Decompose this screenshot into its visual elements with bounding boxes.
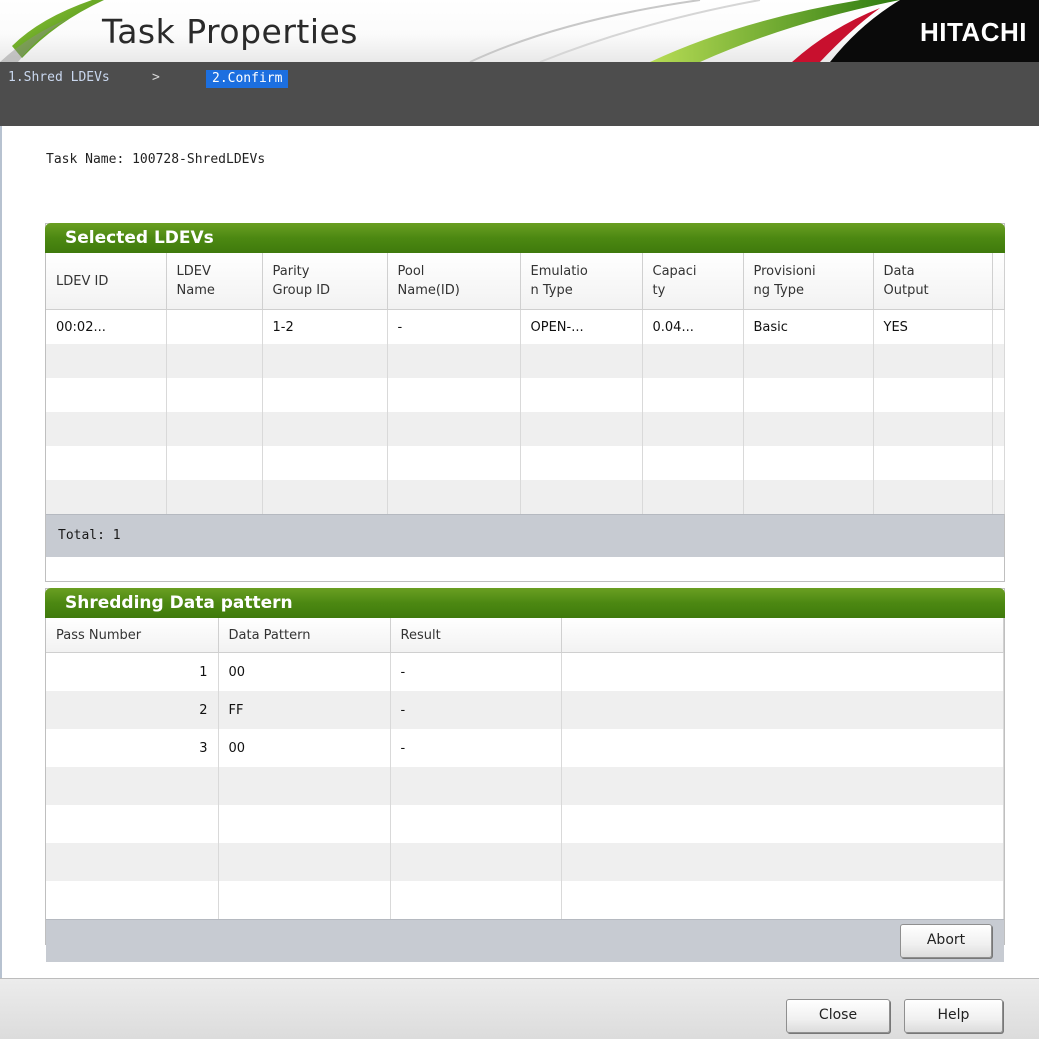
- column-header-data-pattern[interactable]: Data Pattern: [218, 618, 391, 653]
- brand-logo: HITACHI: [919, 17, 1027, 47]
- column-header-pass-number[interactable]: Pass Number: [46, 618, 219, 653]
- column-header-pool-name[interactable]: Pool Name(ID): [387, 253, 521, 310]
- cell-data-pattern: 00: [218, 729, 391, 767]
- window-left-edge: [0, 126, 2, 978]
- column-label: Data Output: [883, 264, 929, 298]
- column-header-data-output[interactable]: Data Output: [873, 253, 993, 310]
- cell-ldev-name: [166, 309, 263, 344]
- empty-row: [46, 412, 1005, 446]
- column-label: Emulatio n Type: [530, 264, 588, 298]
- selected-ldevs-header-row: LDEV ID LDEV Name Parity Group ID Pool N…: [46, 253, 1005, 310]
- cell-data-output: YES: [873, 309, 993, 344]
- shredding-pattern-title: Shredding Data pattern: [45, 588, 1005, 618]
- cell-result: -: [390, 729, 562, 767]
- selected-ldevs-title: Selected LDEVs: [45, 223, 1005, 253]
- empty-row: [46, 805, 1004, 843]
- selected-ldevs-total: Total: 1: [46, 514, 1004, 557]
- column-header-ldev-name[interactable]: LDEV Name: [166, 253, 263, 310]
- column-header-ldev-id[interactable]: LDEV ID: [46, 253, 167, 310]
- cell-emulation-type: OPEN-...: [520, 309, 643, 344]
- cell-parity-group-id: 1-2: [262, 309, 388, 344]
- column-label: Pool Name(ID): [397, 264, 460, 298]
- cell-ldev-id: 00:02...: [46, 309, 167, 344]
- column-label: Provisioni ng Type: [753, 264, 816, 298]
- task-name-text: Task Name: 100728-ShredLDEVs: [46, 152, 266, 167]
- abort-button[interactable]: Abort: [900, 924, 992, 958]
- table-row[interactable]: 1 00 -: [46, 652, 1004, 691]
- breadcrumb-step-shred-ldevs[interactable]: 1.Shred LDEVs: [8, 70, 110, 85]
- breadcrumb-step-confirm: 2.Confirm: [206, 70, 289, 88]
- cell-capacity: 0.04...: [642, 309, 744, 344]
- column-header-capacity[interactable]: Capaci ty: [642, 253, 744, 310]
- column-header-parity-group-id[interactable]: Parity Group ID: [262, 253, 388, 310]
- column-header-filler: [561, 618, 1004, 653]
- column-header-result[interactable]: Result: [390, 618, 562, 653]
- table-row[interactable]: 3 00 -: [46, 729, 1004, 767]
- selected-ldevs-panel: Selected LDEVs LDEV ID LDEV Name Parity …: [45, 223, 1005, 582]
- cell-pool-name: -: [387, 309, 521, 344]
- table-row[interactable]: 2 FF -: [46, 691, 1004, 729]
- column-header-provisioning-type[interactable]: Provisioni ng Type: [743, 253, 874, 310]
- selected-ldevs-table: LDEV ID LDEV Name Parity Group ID Pool N…: [46, 253, 1005, 514]
- column-header-filler: [992, 253, 1005, 310]
- empty-row: [46, 881, 1004, 919]
- column-label: LDEV Name: [176, 264, 215, 298]
- cell-provisioning-type: Basic: [743, 309, 874, 344]
- cell-pass-number: 2: [46, 691, 219, 729]
- shredding-pattern-table: Pass Number Data Pattern Result 1 00 - 2…: [46, 618, 1004, 919]
- column-header-emulation-type[interactable]: Emulatio n Type: [520, 253, 643, 310]
- column-label: Capaci ty: [652, 264, 697, 298]
- cell-result: -: [390, 691, 562, 729]
- column-label: Parity Group ID: [272, 264, 331, 298]
- breadcrumb-separator: >: [152, 70, 160, 85]
- empty-row: [46, 843, 1004, 881]
- help-button[interactable]: Help: [904, 999, 1003, 1033]
- cell-filler: [992, 309, 1005, 344]
- empty-row: [46, 446, 1005, 480]
- shredding-pattern-header-row: Pass Number Data Pattern Result: [46, 618, 1004, 653]
- cell-data-pattern: 00: [218, 652, 391, 691]
- dialog-button-bar: Close Help: [0, 978, 1039, 1039]
- main-content: Task Name: 100728-ShredLDEVs Selected LD…: [0, 126, 1039, 978]
- cell-pass-number: 3: [46, 729, 219, 767]
- table-row[interactable]: 00:02... 1-2 - OPEN-... 0.04... Basic YE…: [46, 309, 1005, 344]
- empty-row: [46, 480, 1005, 514]
- app-title: Task Properties: [102, 12, 358, 51]
- close-button[interactable]: Close: [786, 999, 890, 1033]
- shredding-pattern-footer: Abort: [46, 919, 1004, 962]
- cell-pass-number: 1: [46, 652, 219, 691]
- cell-result: -: [390, 652, 562, 691]
- shredding-pattern-panel: Shredding Data pattern Pass Number Data …: [45, 588, 1005, 962]
- breadcrumb: 1.Shred LDEVs > 2.Confirm: [0, 62, 1039, 126]
- column-label: LDEV ID: [56, 273, 109, 289]
- empty-row: [46, 344, 1005, 378]
- window-header: Task Properties HITACHI: [0, 0, 1039, 62]
- cell-data-pattern: FF: [218, 691, 391, 729]
- empty-row: [46, 378, 1005, 412]
- empty-row: [46, 767, 1004, 805]
